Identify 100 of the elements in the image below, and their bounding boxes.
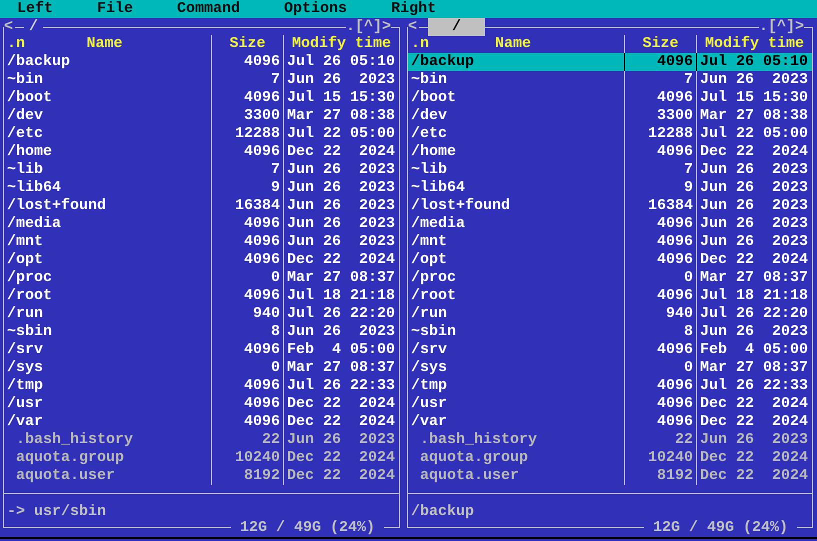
file-name[interactable]: /srv <box>4 341 211 359</box>
column-header[interactable]: Size <box>211 35 283 53</box>
file-size: 8 <box>624 323 696 341</box>
file-name[interactable]: /run <box>408 305 624 323</box>
file-name[interactable]: /opt <box>4 251 211 269</box>
panel-controls[interactable]: .[^]> <box>758 18 804 36</box>
file-name[interactable]: /media <box>4 215 211 233</box>
file-name[interactable]: /sys <box>4 359 211 377</box>
file-name[interactable]: /etc <box>4 125 211 143</box>
column-header[interactable]: Name <box>25 35 208 53</box>
file-name[interactable]: /srv <box>408 341 624 359</box>
modify-time: Dec 22 2024 <box>696 449 812 467</box>
file-name[interactable]: /var <box>4 413 211 431</box>
modify-time: Dec 22 2024 <box>696 251 812 269</box>
menu-item[interactable]: Options <box>284 0 348 18</box>
file-name[interactable]: /backup <box>4 53 211 71</box>
modify-time: Dec 22 2024 <box>696 467 812 485</box>
modify-time: Jun 26 2023 <box>283 197 399 215</box>
modify-time: Dec 22 2024 <box>283 395 399 413</box>
file-name[interactable]: /mnt <box>4 233 211 251</box>
file-size: 4096 <box>211 395 283 413</box>
menu-item[interactable]: Left <box>17 0 54 18</box>
column-header[interactable]: Modify time <box>283 35 399 53</box>
file-name[interactable]: /lost+found <box>4 197 211 215</box>
file-size: 0 <box>624 269 696 287</box>
file-size: 12288 <box>624 125 696 143</box>
modify-time: Jun 26 2023 <box>696 197 812 215</box>
file-name[interactable]: /tmp <box>4 377 211 395</box>
modify-time: Mar 27 08:37 <box>283 359 399 377</box>
file-name[interactable]: ~sbin <box>408 323 624 341</box>
file-size: 16384 <box>624 197 696 215</box>
modify-time: Jun 26 2023 <box>283 215 399 233</box>
file-size: 4096 <box>624 341 696 359</box>
file-size: 0 <box>624 359 696 377</box>
file-name[interactable]: /boot <box>408 89 624 107</box>
file-size: 7 <box>211 71 283 89</box>
file-size: 10240 <box>211 449 283 467</box>
modify-time: Jul 18 21:18 <box>696 287 812 305</box>
file-name[interactable]: /dev <box>4 107 211 125</box>
file-name[interactable]: .bash_history <box>408 431 624 449</box>
file-name[interactable]: ~lib64 <box>4 179 211 197</box>
file-name[interactable]: .bash_history <box>4 431 211 449</box>
panel-controls[interactable]: .[^]> <box>346 18 391 36</box>
file-name[interactable]: /etc <box>408 125 624 143</box>
file-name[interactable]: ~lib64 <box>408 179 624 197</box>
file-name[interactable]: aquota.group <box>408 449 624 467</box>
file-size: 4096 <box>624 233 696 251</box>
modify-time: Jun 26 2023 <box>696 161 812 179</box>
file-name[interactable]: aquota.group <box>4 449 211 467</box>
file-name[interactable]: /boot <box>4 89 211 107</box>
menu-item[interactable]: File <box>97 0 134 18</box>
file-name[interactable]: ~bin <box>4 71 211 89</box>
file-size: 7 <box>624 161 696 179</box>
menu-item[interactable]: Command <box>177 0 240 18</box>
file-name[interactable]: ~lib <box>408 161 624 179</box>
sort-indicator[interactable]: .n <box>7 35 26 53</box>
modify-time: Jun 26 2023 <box>696 179 812 197</box>
file-size: 4096 <box>624 89 696 107</box>
file-name[interactable]: /root <box>408 287 624 305</box>
file-name[interactable]: /run <box>4 305 211 323</box>
file-name[interactable]: /media <box>408 215 624 233</box>
modify-time: Jun 26 2023 <box>696 323 812 341</box>
file-name[interactable]: aquota.user <box>408 467 624 485</box>
file-name[interactable]: ~bin <box>408 71 624 89</box>
file-size: 4096 <box>624 413 696 431</box>
file-name[interactable]: ~sbin <box>4 323 211 341</box>
file-size: 4096 <box>211 251 283 269</box>
modify-time: Feb 4 05:00 <box>283 341 399 359</box>
file-name[interactable]: /usr <box>408 395 624 413</box>
file-name[interactable]: /dev <box>408 107 624 125</box>
file-name[interactable]: /backup <box>408 53 624 71</box>
modify-time: Dec 22 2024 <box>696 143 812 161</box>
file-name[interactable]: ~lib <box>4 161 211 179</box>
column-header[interactable]: Name <box>429 35 621 53</box>
file-name[interactable]: /var <box>408 413 624 431</box>
modify-time: Jul 15 15:30 <box>696 89 812 107</box>
file-size: 12288 <box>211 125 283 143</box>
file-name[interactable]: /lost+found <box>408 197 624 215</box>
file-name[interactable]: /root <box>4 287 211 305</box>
file-size: 4096 <box>624 287 696 305</box>
file-name[interactable]: /usr <box>4 395 211 413</box>
modify-time: Mar 27 08:37 <box>283 269 399 287</box>
file-size: 940 <box>211 305 283 323</box>
file-name[interactable]: /mnt <box>408 233 624 251</box>
file-name[interactable]: /home <box>4 143 211 161</box>
file-name[interactable]: /proc <box>4 269 211 287</box>
modify-time: Dec 22 2024 <box>283 251 399 269</box>
modify-time: Dec 22 2024 <box>283 467 399 485</box>
file-size: 4096 <box>211 53 283 71</box>
file-name[interactable]: /home <box>408 143 624 161</box>
file-name[interactable]: /proc <box>408 269 624 287</box>
file-name[interactable]: /sys <box>408 359 624 377</box>
file-name[interactable]: aquota.user <box>4 467 211 485</box>
menu-item[interactable]: Right <box>391 0 436 18</box>
file-size: 4096 <box>211 143 283 161</box>
file-name[interactable]: /opt <box>408 251 624 269</box>
modify-time: Jul 26 22:33 <box>696 377 812 395</box>
sort-indicator[interactable]: .n <box>411 35 430 53</box>
file-size: 4096 <box>624 53 696 71</box>
file-name[interactable]: /tmp <box>408 377 624 395</box>
